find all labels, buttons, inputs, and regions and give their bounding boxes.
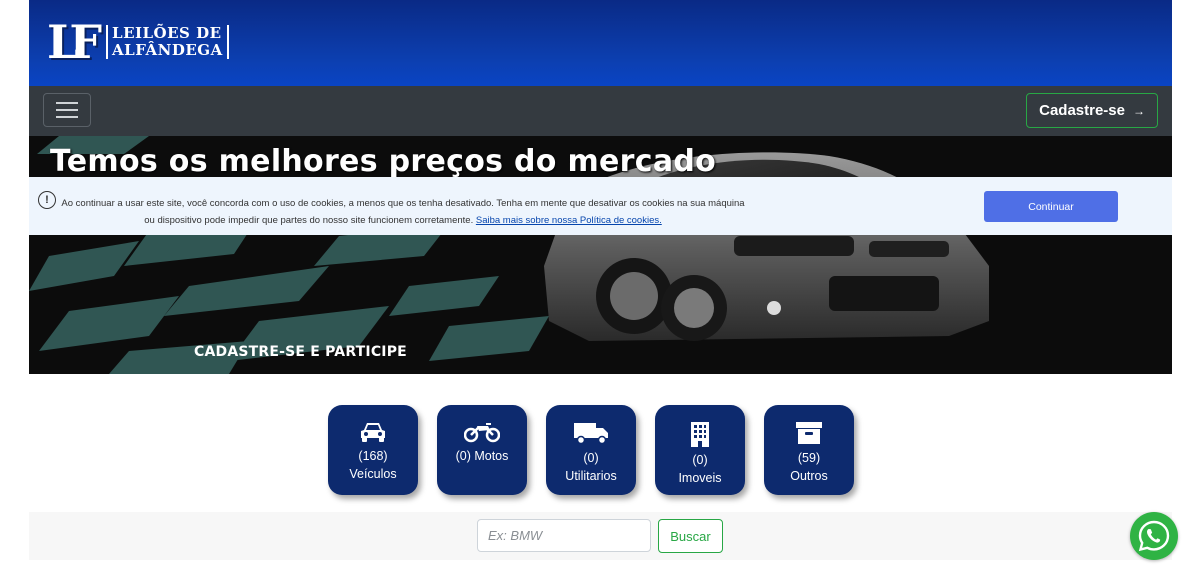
category-list: (168) Veículos (0) Motos (0) Utilitarios <box>328 405 854 495</box>
cookie-notice: ! Ao continuar a usar este site, você co… <box>29 177 1172 235</box>
hero-title: Temos os melhores preços do mercado <box>50 144 717 179</box>
search-button[interactable]: Buscar <box>658 519 723 553</box>
building-icon <box>691 422 709 447</box>
category-motos[interactable]: (0) Motos <box>437 405 527 495</box>
category-label: Outros <box>790 469 828 483</box>
signup-button[interactable]: Cadastre-se → <box>1026 93 1158 128</box>
search-input[interactable] <box>477 519 651 552</box>
arrow-right-icon: → <box>1133 103 1145 118</box>
category-count: (0) Motos <box>455 449 509 463</box>
whatsapp-button[interactable] <box>1130 512 1178 560</box>
category-count: (59) <box>797 451 821 465</box>
logo-monogram: LF <box>47 15 102 69</box>
category-label: Veículos <box>349 467 397 481</box>
whatsapp-icon <box>1138 520 1170 552</box>
site-logo[interactable]: LF LEILÕES DE ALFÂNDEGA <box>47 16 229 68</box>
category-count: (0) <box>583 451 599 465</box>
cookie-policy-link[interactable]: Saiba mais sobre nossa Política de cooki… <box>476 215 662 226</box>
signup-button-label: Cadastre-se <box>1039 102 1125 119</box>
logo-line-1: LEILÕES DE <box>112 24 222 42</box>
hamburger-menu-icon[interactable] <box>43 93 91 127</box>
category-count: (0) <box>692 453 708 467</box>
motorcycle-icon <box>464 423 500 443</box>
search-bar: Buscar <box>29 512 1172 560</box>
site-header: LF LEILÕES DE ALFÂNDEGA <box>29 0 1172 86</box>
hero-subtitle: CADASTRE-SE E PARTICIPE <box>194 344 407 360</box>
navbar: Cadastre-se → <box>29 86 1172 136</box>
category-label: Utilitarios <box>565 469 617 483</box>
category-imoveis[interactable]: (0) Imoveis <box>655 405 745 495</box>
category-vehicles[interactable]: (168) Veículos <box>328 405 418 495</box>
logo-wordmark: LEILÕES DE ALFÂNDEGA <box>106 25 229 59</box>
truck-icon <box>574 423 608 445</box>
car-icon <box>361 423 385 442</box>
cookie-continue-button[interactable]: Continuar <box>984 191 1118 222</box>
hero-banner[interactable]: Temos os melhores preços do mercado CADA… <box>29 136 1172 374</box>
exclamation-circle-icon: ! <box>38 191 56 209</box>
cookie-text: Ao continuar a usar este site, você conc… <box>58 195 748 229</box>
logo-line-2: ALFÂNDEGA <box>112 41 223 59</box>
category-count: (168) <box>358 449 388 463</box>
category-outros[interactable]: (59) Outros <box>764 405 854 495</box>
category-utilitarios[interactable]: (0) Utilitarios <box>546 405 636 495</box>
category-label: Imoveis <box>678 471 722 485</box>
archive-box-icon <box>796 422 822 444</box>
